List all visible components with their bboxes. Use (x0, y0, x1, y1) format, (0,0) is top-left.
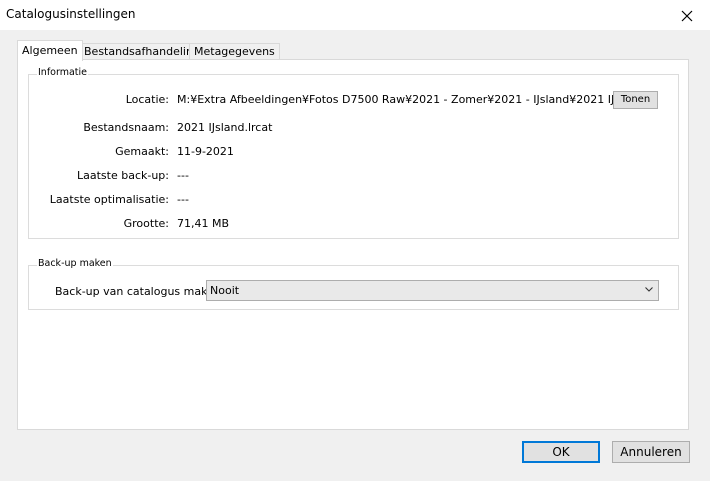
last-backup-value: --- (177, 169, 189, 182)
created-label: Gemaakt: (115, 145, 169, 158)
title-bar: Catalogusinstellingen (0, 0, 710, 30)
size-label: Grootte: (123, 217, 169, 230)
close-button[interactable] (664, 0, 710, 30)
backup-frequency-value: Nooit (210, 284, 240, 297)
created-value: 11-9-2021 (177, 145, 234, 158)
filename-value: 2021 IJsland.lrcat (177, 121, 273, 134)
chevron-down-icon (645, 287, 653, 292)
location-value: M:¥Extra Afbeeldingen¥Fotos D7500 Raw¥20… (177, 93, 644, 106)
backup-frequency-label: Back-up van catalogus maken: (55, 285, 225, 298)
info-group-title: Informatie (37, 67, 89, 78)
backup-frequency-select[interactable]: Nooit (206, 280, 659, 301)
tab-bestandsafhandeling[interactable]: Bestandsafhandeling (79, 43, 205, 60)
backup-group: Back-up maken Back-up van catalogus make… (28, 258, 679, 310)
last-backup-label: Laatste back-up: (76, 169, 169, 182)
filename-label: Bestandsnaam: (83, 121, 169, 134)
tab-algemeen[interactable]: Algemeen (17, 40, 83, 61)
location-label: Locatie: (125, 93, 169, 106)
ok-button[interactable]: OK (522, 441, 600, 463)
backup-group-title: Back-up maken (37, 258, 113, 269)
cancel-button[interactable]: Annuleren (612, 441, 690, 463)
info-group: Informatie Locatie: M:¥Extra Afbeeldinge… (28, 67, 679, 239)
last-optimization-value: --- (177, 193, 189, 206)
tab-panel: Informatie Locatie: M:¥Extra Afbeeldinge… (17, 59, 689, 430)
tab-metagegevens[interactable]: Metagegevens (189, 43, 280, 60)
size-value: 71,41 MB (177, 217, 230, 230)
window-title: Catalogusinstellingen (6, 7, 136, 21)
close-icon (681, 10, 693, 21)
show-location-button[interactable]: Tonen (613, 91, 658, 109)
last-optimization-label: Laatste optimalisatie: (49, 193, 169, 206)
